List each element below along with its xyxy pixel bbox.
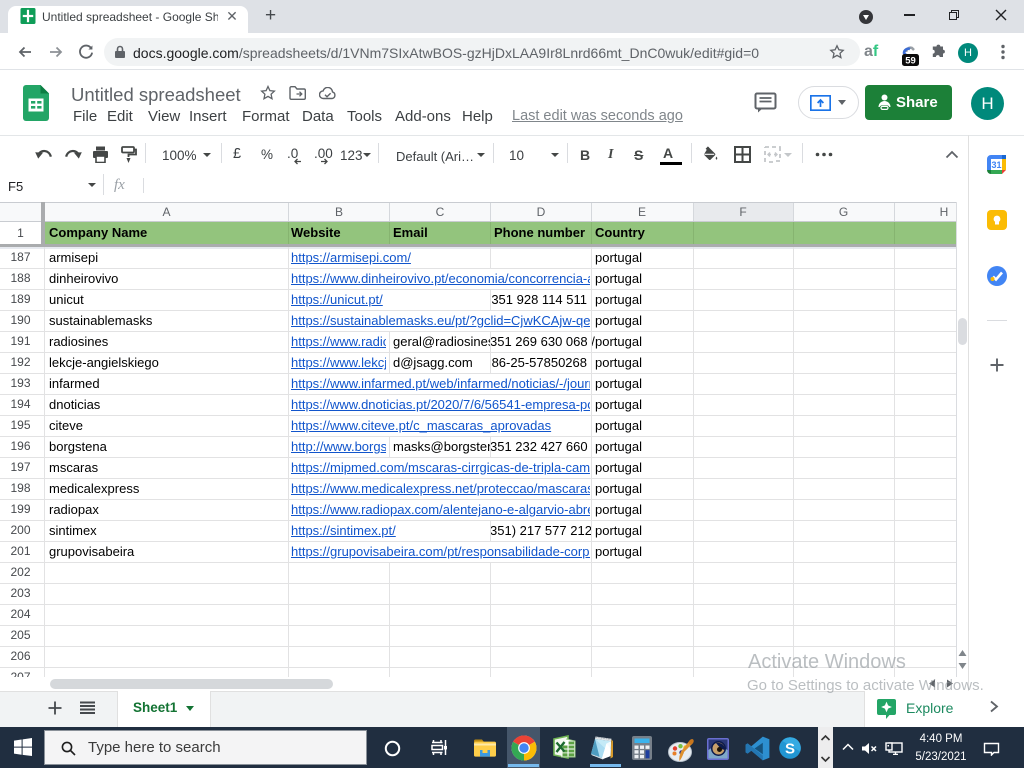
svg-text:31: 31 [991,160,1001,170]
svg-text:S: S [785,740,795,757]
svg-text:59: 59 [905,56,916,67]
